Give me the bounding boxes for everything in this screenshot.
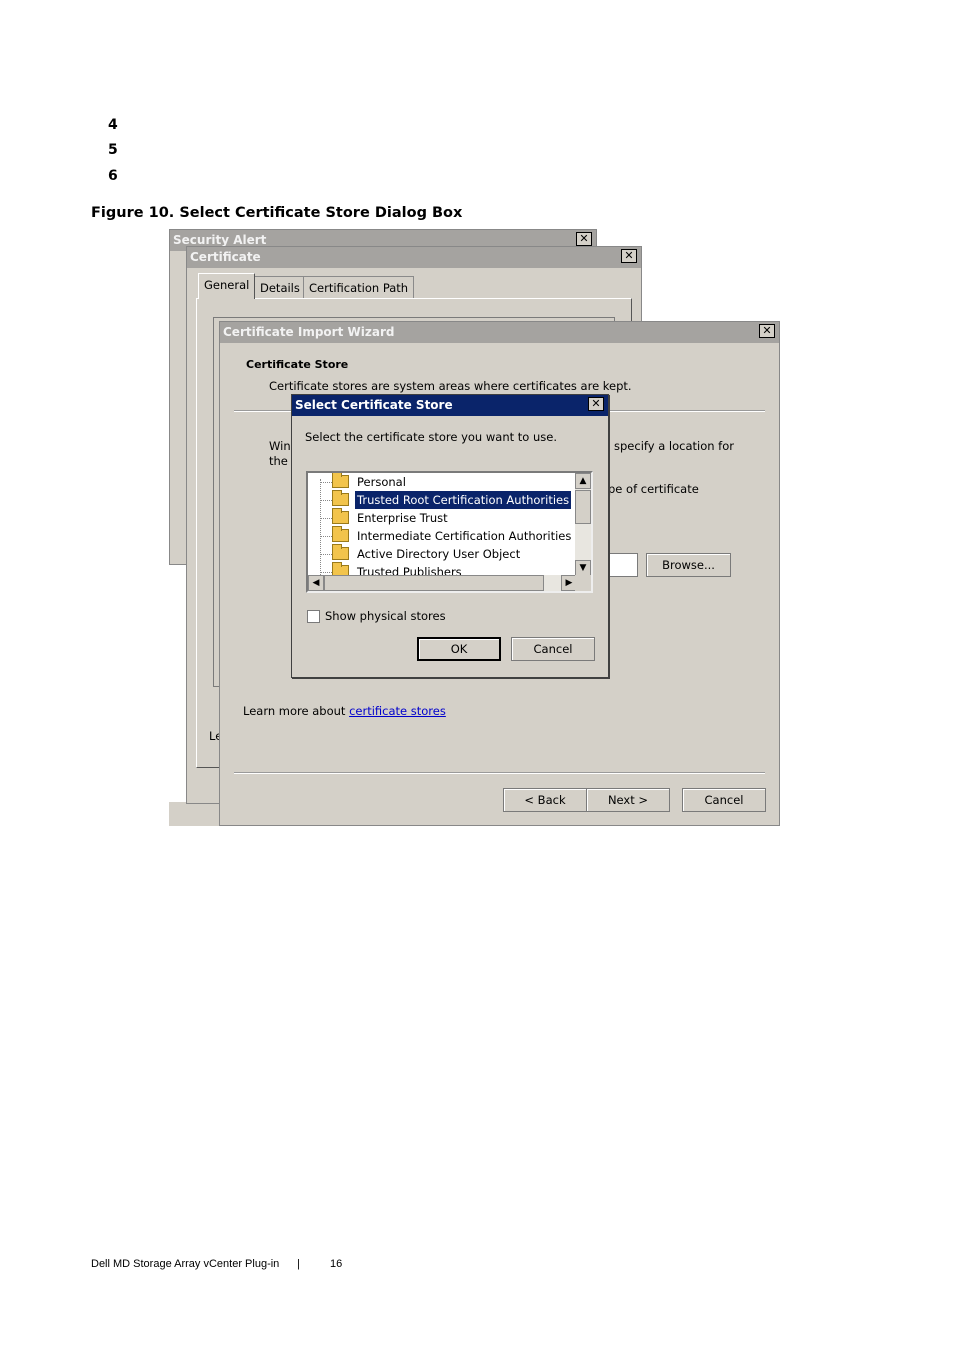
- back-button[interactable]: < Back: [503, 788, 587, 812]
- learn-more-prefix: Learn more about: [243, 704, 350, 718]
- tree-branch: [320, 536, 332, 537]
- show-physical-stores-checkbox[interactable]: [307, 610, 320, 623]
- show-physical-stores-label: Show physical stores: [325, 609, 446, 623]
- store-tree-list[interactable]: Personal Trusted Root Certification Auth…: [306, 471, 593, 593]
- close-icon[interactable]: ✕: [588, 397, 604, 411]
- folder-icon: [332, 473, 349, 488]
- store-path-field[interactable]: [608, 553, 638, 577]
- footer-separator: [234, 772, 765, 774]
- ok-button[interactable]: OK: [417, 637, 501, 661]
- store-label: Trusted Root Certification Authorities: [353, 490, 573, 510]
- figure-caption: Figure 10. Select Certificate Store Dial…: [91, 205, 463, 221]
- tab-certification-path[interactable]: Certification Path: [303, 276, 415, 298]
- footer-product: Dell MD Storage Array vCenter Plug-in: [91, 1258, 280, 1270]
- scrollbar-corner: [575, 575, 591, 591]
- page-number: 16: [330, 1258, 343, 1270]
- scroll-thumb[interactable]: [575, 490, 591, 524]
- vertical-scrollbar[interactable]: ▲ ▼: [575, 473, 591, 576]
- tab-details[interactable]: Details: [254, 276, 306, 298]
- step-number: 4: [108, 117, 118, 133]
- wizard-heading: Certificate Store: [246, 358, 349, 371]
- certificate-title: Certificate: [187, 247, 641, 268]
- scroll-left-icon[interactable]: ◀: [308, 575, 324, 591]
- store-label: Enterprise Trust: [357, 511, 448, 525]
- wizard-description: Certificate stores are system areas wher…: [269, 379, 632, 393]
- folder-icon: [332, 544, 349, 560]
- learn-more-text: Learn more about certificate stores: [243, 704, 446, 718]
- tree-line: [320, 479, 321, 575]
- partial-text: specify a location for: [614, 439, 734, 453]
- store-label: Personal: [357, 475, 406, 489]
- select-store-prompt: Select the certificate store you want to…: [305, 430, 557, 444]
- partial-text: pe of certificate: [608, 482, 699, 496]
- partial-text: Win: [269, 439, 291, 453]
- next-button[interactable]: Next >: [586, 788, 670, 812]
- select-store-dialog: Select Certificate Store ✕ Select the ce…: [291, 394, 609, 678]
- scroll-thumb-horizontal[interactable]: [324, 575, 544, 591]
- folder-icon: [332, 490, 349, 506]
- footer-separator: |: [297, 1258, 300, 1270]
- tree-branch: [320, 572, 332, 573]
- folder-icon: [332, 526, 349, 542]
- select-store-title: Select Certificate Store: [292, 395, 608, 416]
- step-number: 5: [108, 142, 118, 158]
- cancel-button[interactable]: Cancel: [511, 637, 595, 661]
- folder-icon: [332, 508, 349, 524]
- tab-general[interactable]: General: [198, 273, 256, 299]
- tree-branch: [320, 500, 332, 501]
- cancel-button[interactable]: Cancel: [682, 788, 766, 812]
- scroll-up-icon[interactable]: ▲: [575, 473, 591, 489]
- store-label: Active Directory User Object: [357, 547, 521, 561]
- partial-text: the: [269, 454, 288, 468]
- horizontal-scrollbar[interactable]: ◀ ▶: [308, 575, 577, 591]
- scroll-down-icon[interactable]: ▼: [575, 560, 591, 576]
- browse-button[interactable]: Browse...: [646, 553, 731, 577]
- certificate-stores-link[interactable]: certificate stores: [349, 704, 446, 718]
- store-label: Intermediate Certification Authorities: [357, 529, 572, 543]
- import-wizard-title: Certificate Import Wizard: [220, 322, 779, 343]
- close-icon[interactable]: ✕: [759, 324, 775, 338]
- step-number: 6: [108, 168, 118, 184]
- tree-branch: [320, 518, 332, 519]
- close-icon[interactable]: ✕: [576, 232, 592, 246]
- tree-branch: [320, 482, 332, 483]
- close-icon[interactable]: ✕: [621, 249, 637, 263]
- tree-branch: [320, 554, 332, 555]
